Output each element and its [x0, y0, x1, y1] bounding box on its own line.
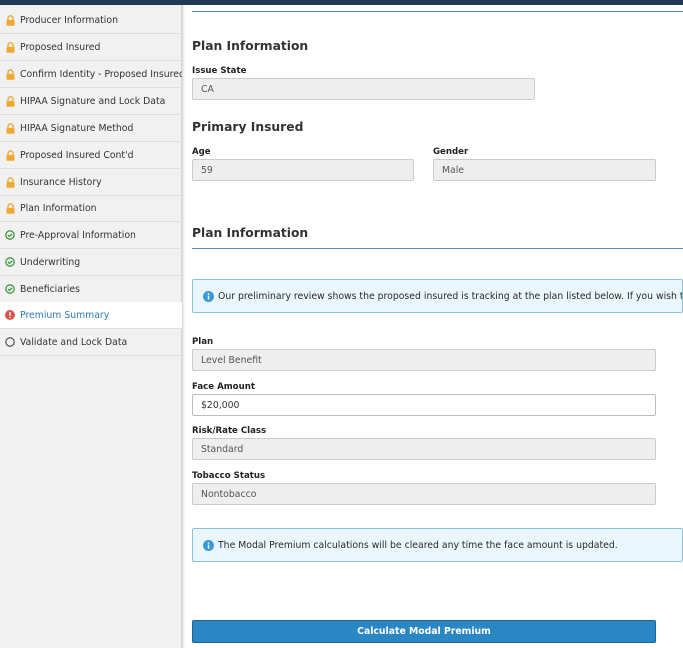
sidebar-item-label: Premium Summary [20, 309, 110, 321]
sidebar: Producer Information Proposed Insured Co… [0, 5, 185, 648]
gender-value: Male [442, 164, 465, 176]
lock-icon [5, 122, 15, 134]
plan-value: Level Benefit [201, 354, 262, 366]
gender-field[interactable]: Male [433, 159, 656, 181]
modal-premium-notice-text: The Modal Premium calculations will be c… [218, 539, 618, 551]
check-circle-icon [5, 257, 15, 268]
section-divider [192, 11, 683, 12]
lock-icon [5, 149, 15, 161]
face-amount-input[interactable]: $20,000 [192, 394, 656, 416]
tobacco-status-value: Nontobacco [201, 488, 257, 500]
sidebar-item-pre-approval-information[interactable]: Pre-Approval Information [0, 222, 182, 249]
sidebar-item-label: Proposed Insured [20, 41, 101, 53]
sidebar-item-label: Validate and Lock Data [20, 336, 128, 348]
tobacco-status-field[interactable]: Nontobacco [192, 483, 656, 505]
sidebar-item-beneficiaries[interactable]: Beneficiaries [0, 276, 182, 303]
sidebar-item-label: Pre-Approval Information [20, 229, 136, 241]
review-notice-text: Our preliminary review shows the propose… [218, 290, 682, 302]
sidebar-item-label: Producer Information [20, 14, 118, 26]
lock-icon [5, 202, 15, 214]
main-content: Plan Information Issue State CA Primary … [192, 5, 683, 648]
issue-state-field[interactable]: CA [192, 78, 535, 100]
sidebar-item-label: Beneficiaries [20, 283, 80, 295]
sidebar-item-label: HIPAA Signature Method [20, 122, 134, 134]
sidebar-item-proposed-insured-contd[interactable]: Proposed Insured Cont'd [0, 142, 182, 169]
sidebar-divider [182, 5, 185, 648]
risk-rate-class-label: Risk/Rate Class [192, 426, 267, 436]
age-value: 59 [201, 164, 213, 176]
plan-label: Plan [192, 337, 214, 347]
face-amount-label: Face Amount [192, 382, 255, 392]
sidebar-item-plan-information[interactable]: Plan Information [0, 195, 182, 222]
sidebar-item-hipaa-signature-and-lock-data[interactable]: HIPAA Signature and Lock Data [0, 88, 182, 115]
plan-information-heading: Plan Information [192, 39, 309, 53]
lock-icon [5, 41, 15, 53]
issue-state-label: Issue State [192, 66, 247, 76]
issue-state-value: CA [201, 83, 214, 95]
lock-icon [5, 14, 15, 26]
calculate-modal-premium-button[interactable]: Calculate Modal Premium [192, 620, 656, 643]
check-circle-icon [5, 230, 15, 241]
section-divider [192, 248, 683, 249]
sidebar-item-label: Proposed Insured Cont'd [20, 149, 134, 161]
sidebar-item-underwriting[interactable]: Underwriting [0, 249, 182, 276]
face-amount-value: $20,000 [201, 399, 240, 411]
sidebar-item-label: Plan Information [20, 202, 97, 214]
sidebar-item-insurance-history[interactable]: Insurance History [0, 169, 182, 196]
gender-label: Gender [433, 147, 469, 157]
sidebar-item-premium-summary[interactable]: Premium Summary [0, 302, 182, 329]
sidebar-item-hipaa-signature-method[interactable]: HIPAA Signature Method [0, 115, 182, 142]
sidebar-item-proposed-insured[interactable]: Proposed Insured [0, 34, 182, 61]
risk-rate-class-value: Standard [201, 443, 244, 455]
lock-icon [5, 68, 15, 80]
age-field[interactable]: 59 [192, 159, 414, 181]
lock-icon [5, 95, 15, 107]
sidebar-item-label: HIPAA Signature and Lock Data [20, 95, 166, 107]
check-circle-icon [5, 284, 15, 295]
empty-circle-icon [5, 337, 15, 348]
age-label: Age [192, 147, 211, 157]
sidebar-item-validate-and-lock-data[interactable]: Validate and Lock Data [0, 329, 182, 356]
risk-rate-class-field[interactable]: Standard [192, 438, 656, 460]
sidebar-item-producer-information[interactable]: Producer Information [0, 7, 182, 34]
info-circle-icon [203, 539, 214, 551]
sidebar-item-label: Underwriting [20, 256, 81, 268]
sidebar-item-label: Confirm Identity - Proposed Insured [20, 68, 185, 80]
exclamation-circle-icon [5, 310, 15, 321]
modal-premium-notice: The Modal Premium calculations will be c… [192, 528, 683, 562]
info-circle-icon [203, 290, 214, 302]
lock-icon [5, 176, 15, 188]
plan-field[interactable]: Level Benefit [192, 349, 656, 371]
sidebar-item-confirm-identity[interactable]: Confirm Identity - Proposed Insured [0, 61, 185, 88]
tobacco-status-label: Tobacco Status [192, 471, 266, 481]
review-notice: Our preliminary review shows the propose… [192, 279, 683, 313]
plan-information-heading-2: Plan Information [192, 226, 309, 240]
primary-insured-heading: Primary Insured [192, 120, 304, 134]
sidebar-item-label: Insurance History [20, 176, 102, 188]
